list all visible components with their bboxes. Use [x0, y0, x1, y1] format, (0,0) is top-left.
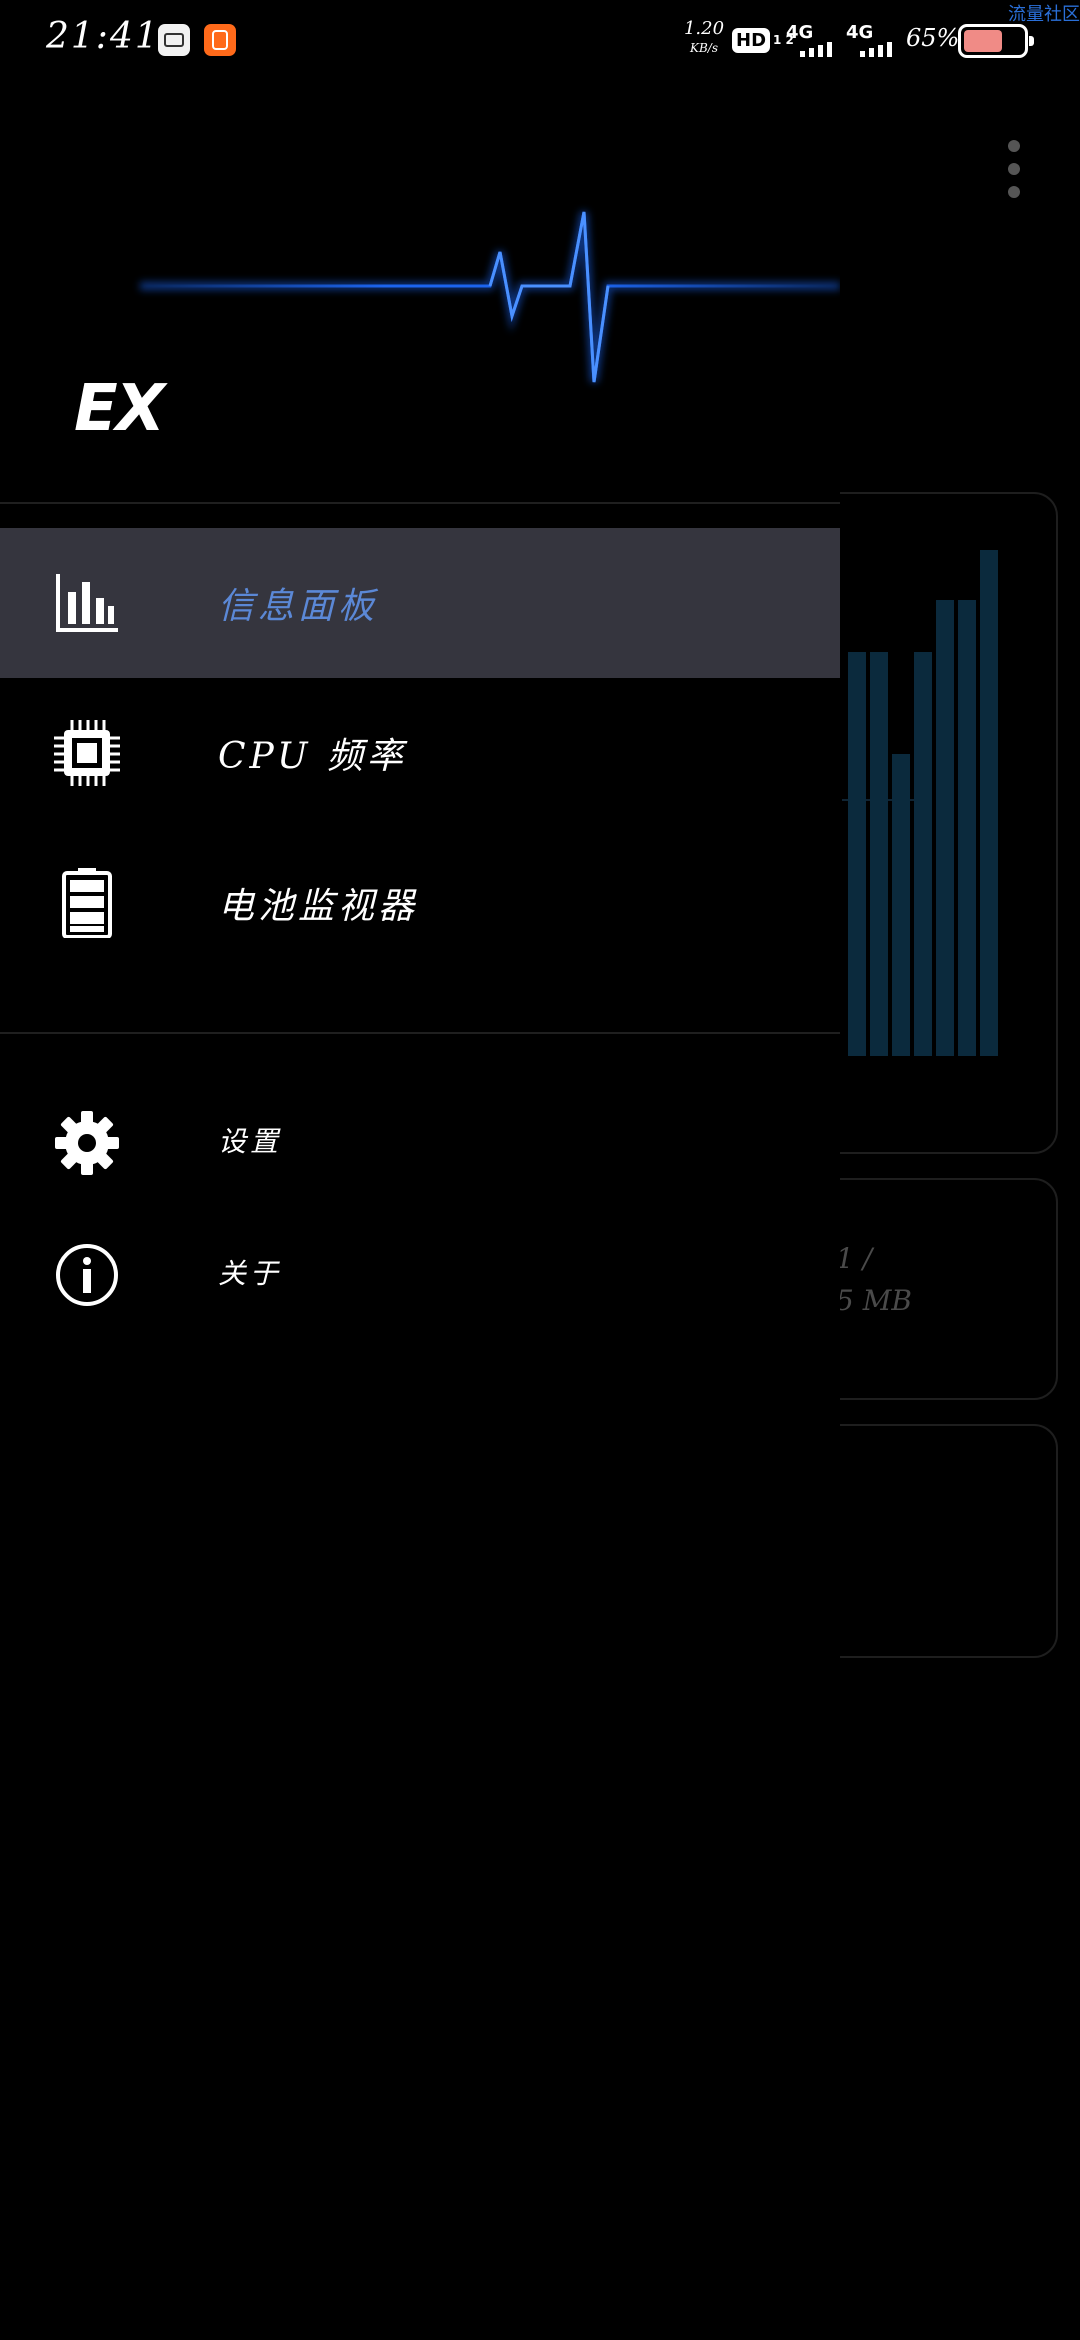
nav-label-cpu-frequency: CPU 频率 [218, 736, 407, 777]
ram-text-line2: 5 MB [836, 1284, 912, 1317]
hd-voice-icon: HD 1 2 [732, 24, 794, 56]
nav-item-cpu-frequency[interactable]: CPU 频率 [0, 678, 840, 828]
cpu-chip-icon [54, 720, 120, 786]
drawer-divider [0, 1032, 840, 1034]
nav-item-settings[interactable]: 设置 [0, 1080, 840, 1200]
chart-bar [958, 600, 976, 1056]
signal2-label: 4G [846, 22, 874, 43]
nav-item-about[interactable]: 关于 [0, 1212, 840, 1332]
chart-bar [914, 652, 932, 1056]
app-logo: EX [74, 372, 165, 446]
navigation-drawer: EX 信息面板 CPU 频率 电池监视器 设置 关于 [0, 80, 840, 2340]
signal1-label: 4G [786, 22, 814, 43]
nav-label-dashboard: 信息面板 [218, 586, 379, 627]
usage-bar-chart [842, 550, 998, 1056]
game-controller-icon [158, 24, 190, 56]
battery-status-icon [958, 24, 1034, 58]
chart-bar [980, 550, 998, 1056]
nav-label-settings: 设置 [218, 1125, 283, 1158]
chart-bar [870, 652, 888, 1056]
bar-chart-icon [56, 574, 118, 632]
heartbeat-pulse-graphic [140, 211, 840, 383]
network-speed-unit: KB/s [690, 41, 718, 55]
chart-bar [892, 754, 910, 1056]
info-icon [56, 1244, 118, 1306]
ram-text-line1: 1 / [836, 1242, 873, 1275]
nav-label-about: 关于 [218, 1257, 283, 1290]
nav-item-dashboard[interactable]: 信息面板 [0, 528, 840, 678]
network-speed-value: 1.20 [683, 18, 725, 39]
kuaishou-icon [204, 24, 236, 56]
network-speed: 1.20 KB/s [682, 18, 726, 55]
drawer-divider [0, 502, 840, 504]
overflow-menu-icon[interactable] [1002, 140, 1026, 198]
status-time: 21:41 [46, 16, 160, 57]
status-bar: 21:41 1.20 KB/s HD 1 2 4G 4G 65% [0, 0, 1080, 80]
chart-bar [848, 652, 866, 1056]
watermark: 流量社区 [1008, 4, 1080, 25]
nav-item-battery-monitor[interactable]: 电池监视器 [0, 828, 840, 978]
hd-badge: HD [732, 27, 771, 53]
battery-icon [62, 868, 112, 938]
gear-icon [55, 1111, 119, 1175]
battery-percent: 65% [906, 24, 960, 52]
chart-bar [936, 600, 954, 1056]
nav-label-battery-monitor: 电池监视器 [218, 886, 419, 927]
